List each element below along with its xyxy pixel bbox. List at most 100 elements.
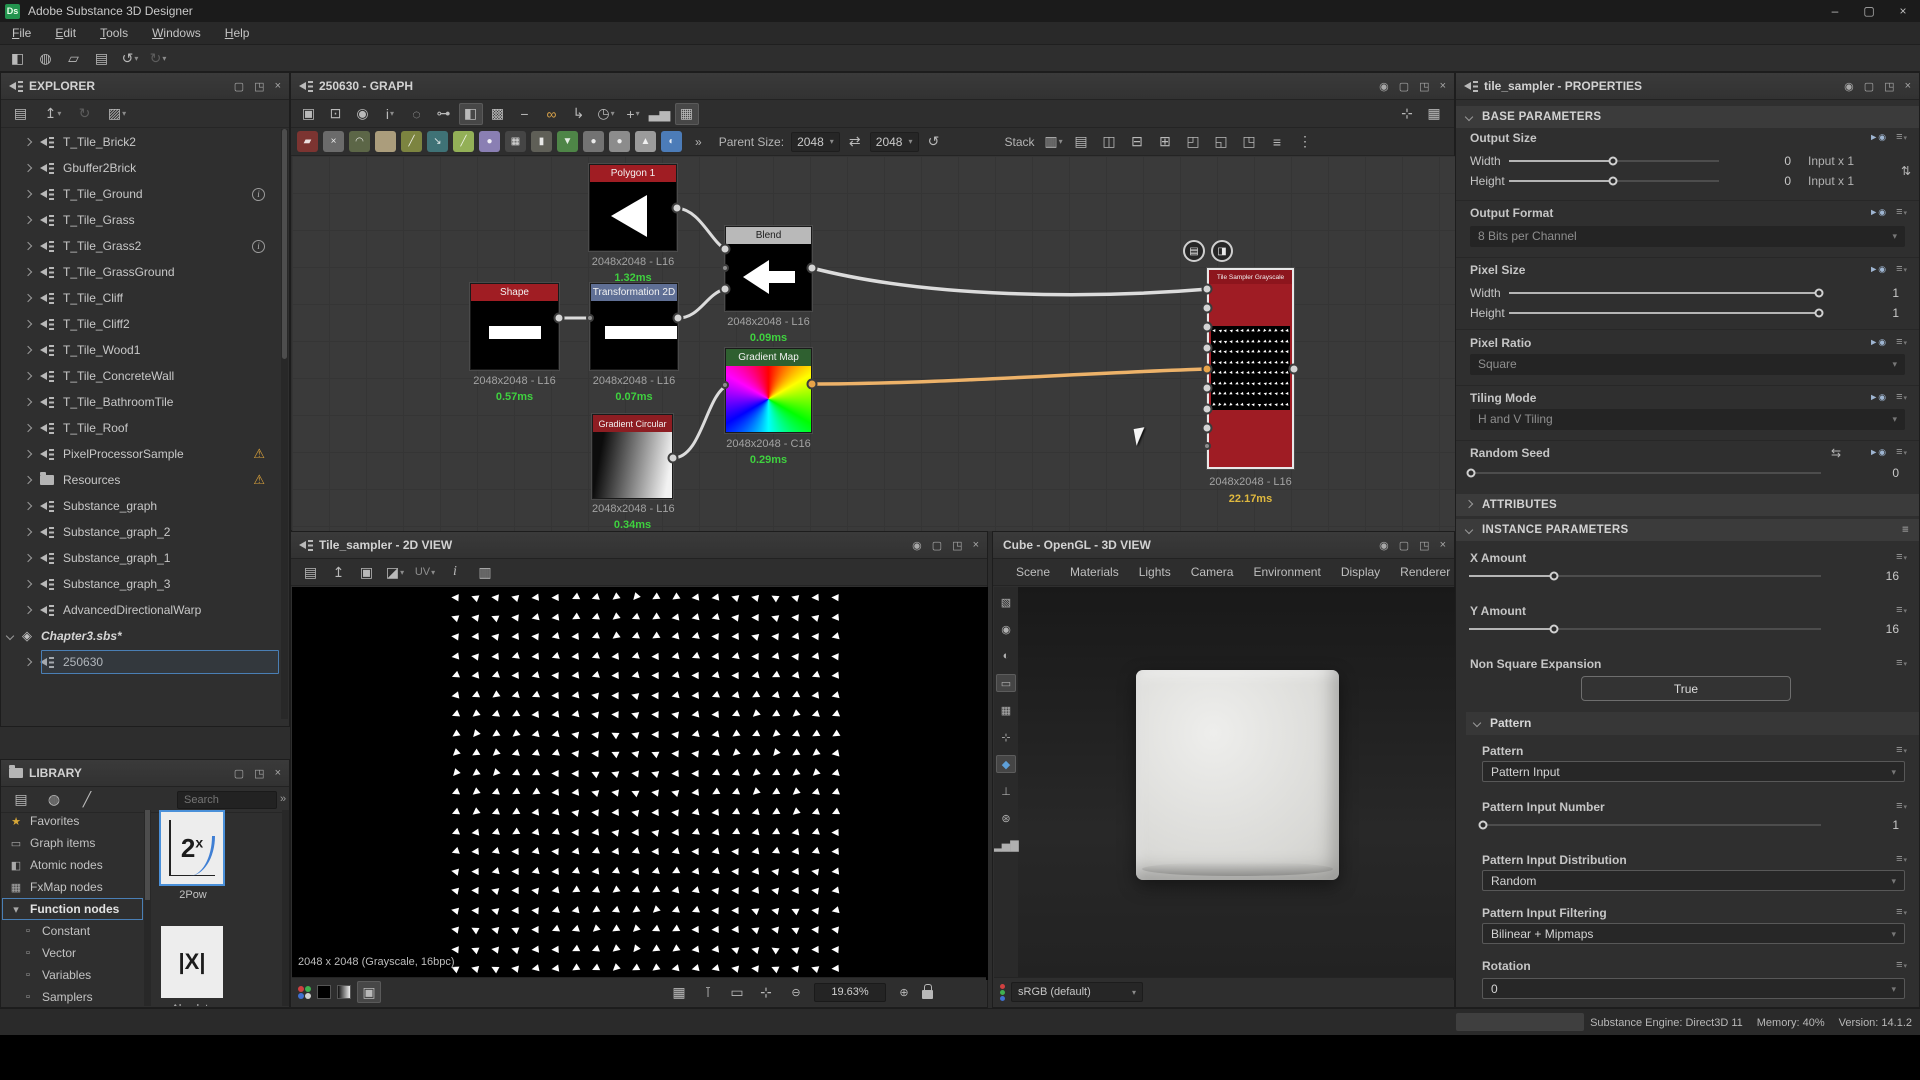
parameter-menu-icon[interactable]: ≡ — [1896, 657, 1907, 669]
tree-item[interactable]: ◈ T_Tile_Grass i ⚠ — [1, 207, 281, 233]
parameter-menu-icon[interactable]: ≡ — [1896, 744, 1907, 756]
node-blend[interactable]: Blend — [725, 226, 812, 311]
node-palette-button[interactable]: × — [323, 131, 344, 152]
tree-item[interactable]: ◈ T_Tile_BathroomTile i ⚠ — [1, 389, 281, 415]
parameter-menu-icon[interactable]: ≡ — [1896, 336, 1907, 348]
menu-item[interactable]: Tools — [88, 22, 140, 45]
node-palette-button[interactable]: ╱ — [401, 131, 422, 152]
output-connector[interactable] — [673, 313, 684, 324]
maximize-panel-icon[interactable]: ◳ — [1884, 80, 1894, 93]
colorspace-dropdown[interactable]: sRGB (default)▾ — [1011, 982, 1143, 1002]
uv-dropdown[interactable]: UV▾ — [413, 561, 437, 583]
graph-tool-button[interactable]: +▾ — [621, 103, 645, 125]
node-palette-button[interactable]: ▼ — [557, 131, 578, 152]
tree-item[interactable]: ◈ T_Tile_ConcreteWall i ⚠ — [1, 363, 281, 389]
graph-tool-button[interactable]: ◉ — [351, 103, 375, 125]
expand-chevron-icon[interactable] — [24, 216, 32, 224]
parameter-menu-icon[interactable]: ≡ — [1896, 131, 1907, 143]
input-connector[interactable] — [1202, 423, 1213, 434]
pin-panel-icon[interactable]: ◉ — [1379, 80, 1389, 93]
node-transformation2d[interactable]: Transformation 2D — [590, 283, 678, 370]
tree-item[interactable]: ◈ Substance_graph_2 i ⚠ — [1, 519, 281, 545]
tree-item[interactable]: ◈ Resources i ⚠ — [1, 467, 281, 493]
expand-chevron-icon[interactable] — [24, 268, 32, 276]
maximize-panel-icon[interactable]: ◳ — [254, 767, 264, 780]
view3d-tool-icon[interactable]: ◐ — [996, 647, 1016, 665]
view3d-menu-item[interactable]: Materials — [1061, 565, 1128, 579]
output-connector[interactable] — [672, 203, 683, 214]
explorer-toolbar-button[interactable]: ↥▾ — [41, 103, 65, 125]
stack-tool-button[interactable]: ⊟ — [1126, 131, 1150, 153]
toolbar-button[interactable]: ◍ — [34, 47, 58, 69]
toolbar-button[interactable]: ◧ — [6, 47, 30, 69]
pixel-width-value[interactable]: 1 — [1859, 286, 1899, 300]
expand-chevron-icon[interactable] — [6, 632, 14, 640]
input-connector[interactable] — [1202, 404, 1213, 415]
pattern-dropdown[interactable]: Pattern Input — [1482, 761, 1905, 782]
graph-tool-button[interactable]: ▦ — [675, 103, 699, 125]
x-amount-value[interactable]: 16 — [1859, 569, 1899, 583]
search-input[interactable] — [177, 791, 277, 809]
base-parameters-section[interactable]: BASE PARAMETERS — [1456, 106, 1919, 128]
node-palette-button[interactable]: ↘ — [427, 131, 448, 152]
background-black-icon[interactable] — [317, 985, 331, 999]
pattern-input-number-value[interactable]: 1 — [1859, 818, 1899, 832]
maximize-panel-icon[interactable]: ◳ — [1419, 539, 1429, 552]
input-connector[interactable] — [1202, 284, 1213, 295]
float-panel-icon[interactable]: ▢ — [932, 539, 942, 552]
random-seed-value[interactable]: 0 — [1859, 466, 1899, 480]
parameter-menu-icon[interactable]: ≡ — [1896, 391, 1907, 403]
library-category[interactable]: ▫ Vector — [1, 942, 144, 964]
view2d-tool-button[interactable]: ▤ — [299, 561, 323, 583]
expand-chevron-icon[interactable] — [24, 398, 32, 406]
input-connector[interactable] — [1202, 322, 1213, 333]
view3d-menu-item[interactable]: Camera — [1182, 565, 1243, 579]
tree-item[interactable]: ◈ Substance_graph_3 i ⚠ — [1, 571, 281, 597]
node-output-format-badge-icon[interactable]: ◨ — [1211, 240, 1233, 262]
height-value[interactable]: 0 — [1751, 174, 1791, 188]
view3d-tool-icon[interactable]: ▭ — [996, 674, 1016, 692]
graph-tool-button[interactable]: ⊹ — [1395, 103, 1419, 125]
maximize-panel-icon[interactable]: ◳ — [952, 539, 962, 552]
expand-chevron-icon[interactable] — [24, 528, 32, 536]
stack-tool-button[interactable]: ≡ — [1266, 131, 1290, 153]
explorer-toolbar-button[interactable]: ▨▾ — [105, 103, 129, 125]
pattern-input-distribution-dropdown[interactable]: Random — [1482, 870, 1905, 891]
random-seed-slider-handle[interactable] — [1467, 469, 1476, 478]
library-category[interactable]: ▫ Variables — [1, 964, 144, 986]
toolbar-button[interactable]: ▱ — [62, 47, 86, 69]
parameter-menu-icon[interactable]: ≡ — [1896, 551, 1907, 563]
parent-size-dropdown[interactable]: 2048▾ — [791, 132, 840, 152]
expand-chevron-icon[interactable] — [24, 554, 32, 562]
pixel-ratio-dropdown[interactable]: Square — [1470, 354, 1905, 375]
node-palette-button[interactable]: ▲ — [635, 131, 656, 152]
view2d-nav-button[interactable]: ⊹ — [754, 981, 778, 1003]
width-slider-handle[interactable] — [1609, 157, 1618, 166]
height-slider-handle[interactable] — [1609, 177, 1618, 186]
parameter-menu-icon[interactable]: ≡ — [1896, 446, 1907, 458]
parameter-menu-icon[interactable]: ≡ — [1896, 263, 1907, 275]
maximize-panel-icon[interactable]: ◳ — [254, 80, 264, 93]
size-link-icon[interactable]: ⇅ — [1901, 164, 1911, 178]
pixel-width-slider-handle[interactable] — [1815, 289, 1824, 298]
float-panel-icon[interactable]: ▢ — [234, 80, 244, 93]
y-amount-slider-handle[interactable] — [1550, 625, 1559, 634]
presets-menu-icon[interactable]: ≡ — [1902, 519, 1909, 541]
float-panel-icon[interactable]: ▢ — [1399, 539, 1409, 552]
zoom-level-field[interactable]: 19.63% — [814, 983, 886, 1002]
lock-zoom-icon[interactable] — [922, 990, 933, 999]
graph-tool-button[interactable]: ∞ — [540, 103, 564, 125]
output-connector[interactable] — [668, 453, 679, 464]
tree-item[interactable]: ◈ Substance_graph i ⚠ — [1, 493, 281, 519]
view2d-nav-button[interactable]: ▭ — [725, 981, 749, 1003]
expose-parameter-icon[interactable]: ►◉ — [1869, 207, 1886, 218]
library-category[interactable]: ▫ Constant — [1, 920, 144, 942]
expand-chevron-icon[interactable] — [24, 476, 32, 484]
random-seed-slider[interactable] — [1469, 472, 1821, 474]
expand-chevron-icon[interactable] — [24, 190, 32, 198]
node-shape[interactable]: Shape — [470, 283, 559, 370]
expand-chevron-icon[interactable] — [24, 320, 32, 328]
graph-tool-button[interactable]: ◷▾ — [594, 103, 618, 125]
view2d-tool-button[interactable]: ◪▾ — [383, 561, 407, 583]
minimize-button[interactable]: – — [1818, 0, 1852, 22]
